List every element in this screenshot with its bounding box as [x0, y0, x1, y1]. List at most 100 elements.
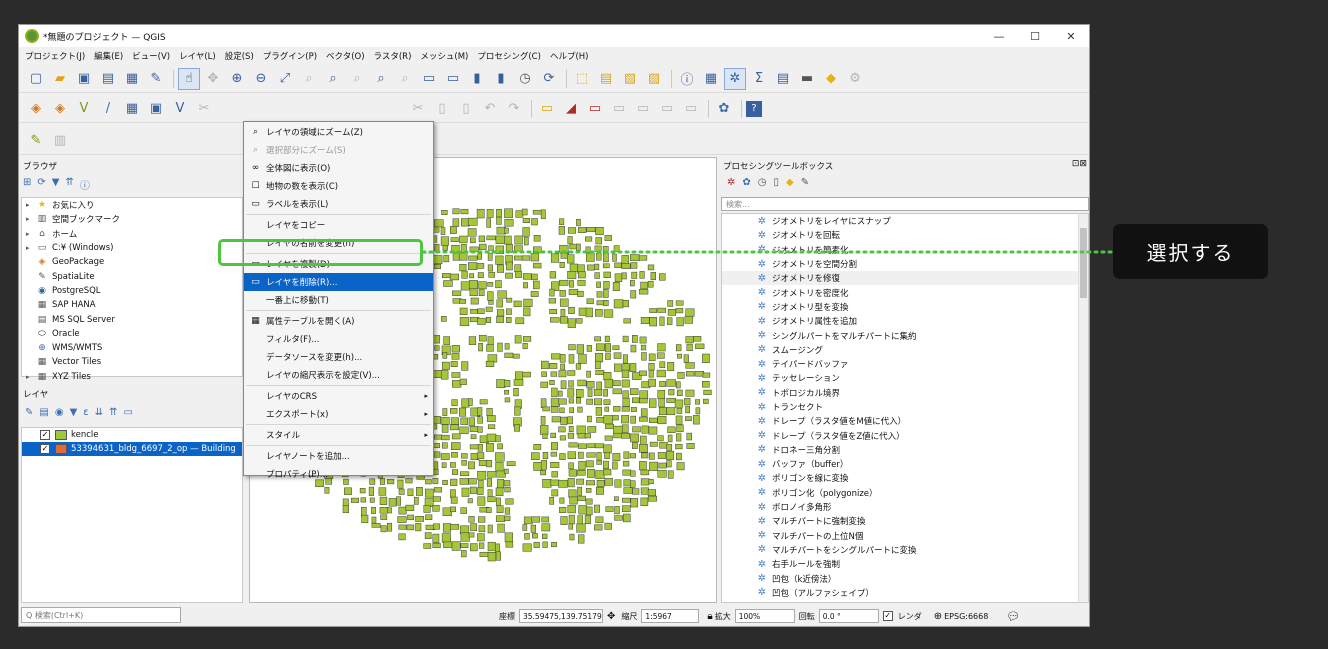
- locator-icon[interactable]: ⚙: [844, 68, 866, 90]
- toolbox-icon[interactable]: ✲: [724, 67, 746, 90]
- magnifier-field[interactable]: 100%: [734, 609, 795, 623]
- layer-visibility-checkbox[interactable]: ✓: [40, 444, 50, 454]
- expand-arrow-icon[interactable]: ▸: [26, 230, 36, 238]
- temporal-controller-icon[interactable]: ◷: [514, 68, 536, 90]
- expand-arrow-icon[interactable]: ▸: [26, 201, 36, 209]
- style-manager-icon[interactable]: ✎: [145, 68, 167, 90]
- layer-visibility-checkbox[interactable]: ✓: [40, 430, 50, 440]
- browser-item[interactable]: ◉ PostgreSQL: [22, 284, 242, 298]
- toolbox-algorithm[interactable]: ✲ ジオメトリをレイヤにスナップ: [722, 214, 1088, 228]
- edit-table-icon[interactable]: ▯: [455, 98, 477, 120]
- plugin-tool-icon[interactable]: ✎: [25, 130, 47, 152]
- attribute-table-dropdown-icon[interactable]: ▤: [772, 68, 794, 90]
- zoom-next-icon[interactable]: ⌕: [394, 68, 416, 90]
- new-map-view-icon[interactable]: ▭: [418, 68, 440, 90]
- menu-item[interactable]: 設定(S): [225, 50, 254, 62]
- open-project-icon[interactable]: ▰: [49, 68, 71, 90]
- move-label-icon[interactable]: ▭: [608, 98, 630, 120]
- expand-all-icon[interactable]: ⇊: [95, 407, 103, 418]
- layer-row[interactable]: ✓ kencle: [22, 428, 242, 442]
- toolbox-algorithm[interactable]: ✲ バッファ（buffer）: [722, 457, 1088, 471]
- expand-arrow-icon[interactable]: ▸: [26, 215, 36, 223]
- layout-manager-icon[interactable]: ▦: [121, 68, 143, 90]
- toolbox-search-input[interactable]: 検索...: [721, 197, 1089, 211]
- info-icon[interactable]: ⓘ: [80, 177, 90, 192]
- select-by-value-icon[interactable]: ▤: [595, 68, 617, 90]
- coordinate-field[interactable]: 35.59475,139.75179: [519, 609, 603, 623]
- toolbox-algorithm[interactable]: ✲ ポリゴンを線に変換: [722, 471, 1088, 485]
- context-menu-item[interactable]: データソースを変更(h)...: [244, 348, 433, 366]
- scrollbar-thumb[interactable]: [1080, 228, 1087, 298]
- toolbox-algorithm[interactable]: ✲ ドレープ（ラスタ値をZ値に代入）: [722, 428, 1088, 442]
- toolbox-algorithm[interactable]: ✲ トランセクト: [722, 400, 1088, 414]
- toolbox-algorithm[interactable]: ✲ ドロネー三角分割: [722, 443, 1088, 457]
- results-icon[interactable]: ▯: [774, 177, 780, 188]
- browser-item[interactable]: ⊕ WMS/WMTS: [22, 341, 242, 355]
- context-menu-item[interactable]: レイヤの縮尺表示を設定(V)...: [244, 366, 433, 384]
- browser-item[interactable]: ⬭ Oracle: [22, 327, 242, 341]
- pin-labels-icon[interactable]: ▭: [584, 98, 606, 120]
- add-vector-icon[interactable]: V: [73, 98, 95, 120]
- collapse-all-icon[interactable]: ⇈: [65, 177, 73, 192]
- toolbox-algorithm[interactable]: ✲ 右手ルールを強制: [722, 557, 1088, 571]
- render-checkbox[interactable]: ✓: [882, 611, 893, 621]
- toolbox-algorithm[interactable]: ✲ ジオメトリを回転: [722, 228, 1088, 242]
- maximize-button[interactable]: ☐: [1017, 25, 1053, 47]
- undo-icon[interactable]: ↶: [479, 98, 501, 120]
- context-menu-item[interactable]: ⌕ 選択部分にズーム(S): [244, 141, 433, 159]
- pan-icon[interactable]: ☝: [178, 67, 200, 90]
- show-bookmarks-icon[interactable]: ▮: [490, 68, 512, 90]
- change-label-icon[interactable]: ▭: [656, 98, 678, 120]
- zoom-last-icon[interactable]: ⌕: [370, 68, 392, 90]
- rotation-field[interactable]: 0.0 °: [818, 609, 879, 623]
- deselect-icon[interactable]: ▧: [619, 68, 641, 90]
- add-wms-icon[interactable]: ▣: [145, 98, 167, 120]
- label-style-icon[interactable]: ◢: [560, 98, 582, 120]
- zoom-selection-icon[interactable]: ⌕: [298, 68, 320, 90]
- select-features-icon[interactable]: ⬚: [571, 68, 593, 90]
- browser-item[interactable]: ▸ ⌂ ホーム: [22, 227, 242, 241]
- add-mesh-icon[interactable]: ▦: [121, 98, 143, 120]
- toolbox-algorithm[interactable]: ✲ ジオメトリ属性を追加: [722, 314, 1088, 328]
- data-source-manager-icon[interactable]: ◈: [25, 98, 47, 120]
- expand-arrow-icon[interactable]: ▸: [26, 244, 36, 252]
- add-group-icon[interactable]: ▤: [39, 407, 48, 418]
- identify-icon[interactable]: ⓘ: [676, 68, 698, 90]
- bookmark-new-icon[interactable]: ▮: [466, 68, 488, 90]
- new-3d-view-icon[interactable]: ▭: [442, 68, 464, 90]
- history-icon[interactable]: ◷: [758, 177, 767, 188]
- add-selected-icon[interactable]: ⊞: [23, 177, 31, 192]
- menu-item[interactable]: プロセシング(C): [477, 50, 541, 62]
- help-icon[interactable]: ?: [746, 100, 762, 117]
- browser-item[interactable]: ◈ GeoPackage: [22, 255, 242, 269]
- toolbox-algorithm[interactable]: ✲ ジオメトリを空間分割: [722, 257, 1088, 271]
- context-menu-item[interactable]: スタイル ▸: [244, 426, 433, 444]
- browser-item[interactable]: ▸ ▦ XYZ Tiles: [22, 370, 242, 384]
- context-menu-item[interactable]: ▭ ラベルを表示(L): [244, 195, 433, 213]
- browser-item[interactable]: ▦ SAP HANA: [22, 298, 242, 312]
- toolbox-algorithm[interactable]: ✲ マルチパートの上位N個: [722, 529, 1088, 543]
- open-attribute-table-icon[interactable]: ▦: [700, 68, 722, 90]
- context-menu-item[interactable]: レイヤのCRS ▸: [244, 387, 433, 405]
- layer-row[interactable]: ✓ 53394631_bldg_6697_2_op — Building: [22, 442, 242, 456]
- refresh-browser-icon[interactable]: ⟳: [37, 177, 45, 192]
- browser-item[interactable]: ▦ Vector Tiles: [22, 355, 242, 369]
- browser-item[interactable]: ▤ MS SQL Server: [22, 312, 242, 326]
- toolbox-algorithm[interactable]: ✲ マルチパートをシングルパートに変換: [722, 543, 1088, 557]
- menu-item[interactable]: プロジェクト(J): [25, 50, 85, 62]
- toolbox-algorithm[interactable]: ✲ ポリゴン化（polygonize）: [722, 486, 1088, 500]
- context-menu-item[interactable]: ▦ 属性テーブルを開く(A): [244, 312, 433, 330]
- models-icon[interactable]: ✲: [727, 177, 735, 188]
- add-virtual-icon[interactable]: V: [169, 98, 191, 120]
- style-layer-icon[interactable]: ✎: [25, 407, 33, 418]
- plugin-tool-2-icon[interactable]: ▥: [49, 130, 71, 152]
- menu-item[interactable]: ベクタ(O): [326, 50, 364, 62]
- menu-item[interactable]: レイヤ(L): [179, 50, 216, 62]
- context-menu-item[interactable]: ⌕ レイヤの領域にズーム(Z): [244, 123, 433, 141]
- close-button[interactable]: ✕: [1053, 25, 1089, 47]
- crs-globe-icon[interactable]: ⊕: [934, 611, 942, 622]
- context-menu-item[interactable]: レイヤノートを追加...: [244, 447, 433, 465]
- toolbox-algorithm[interactable]: ✲ ドレープ（ラスタ値をM値に代入）: [722, 414, 1088, 428]
- paste-features-icon[interactable]: ▯: [431, 98, 453, 120]
- digitize-icon[interactable]: ✂: [193, 98, 215, 120]
